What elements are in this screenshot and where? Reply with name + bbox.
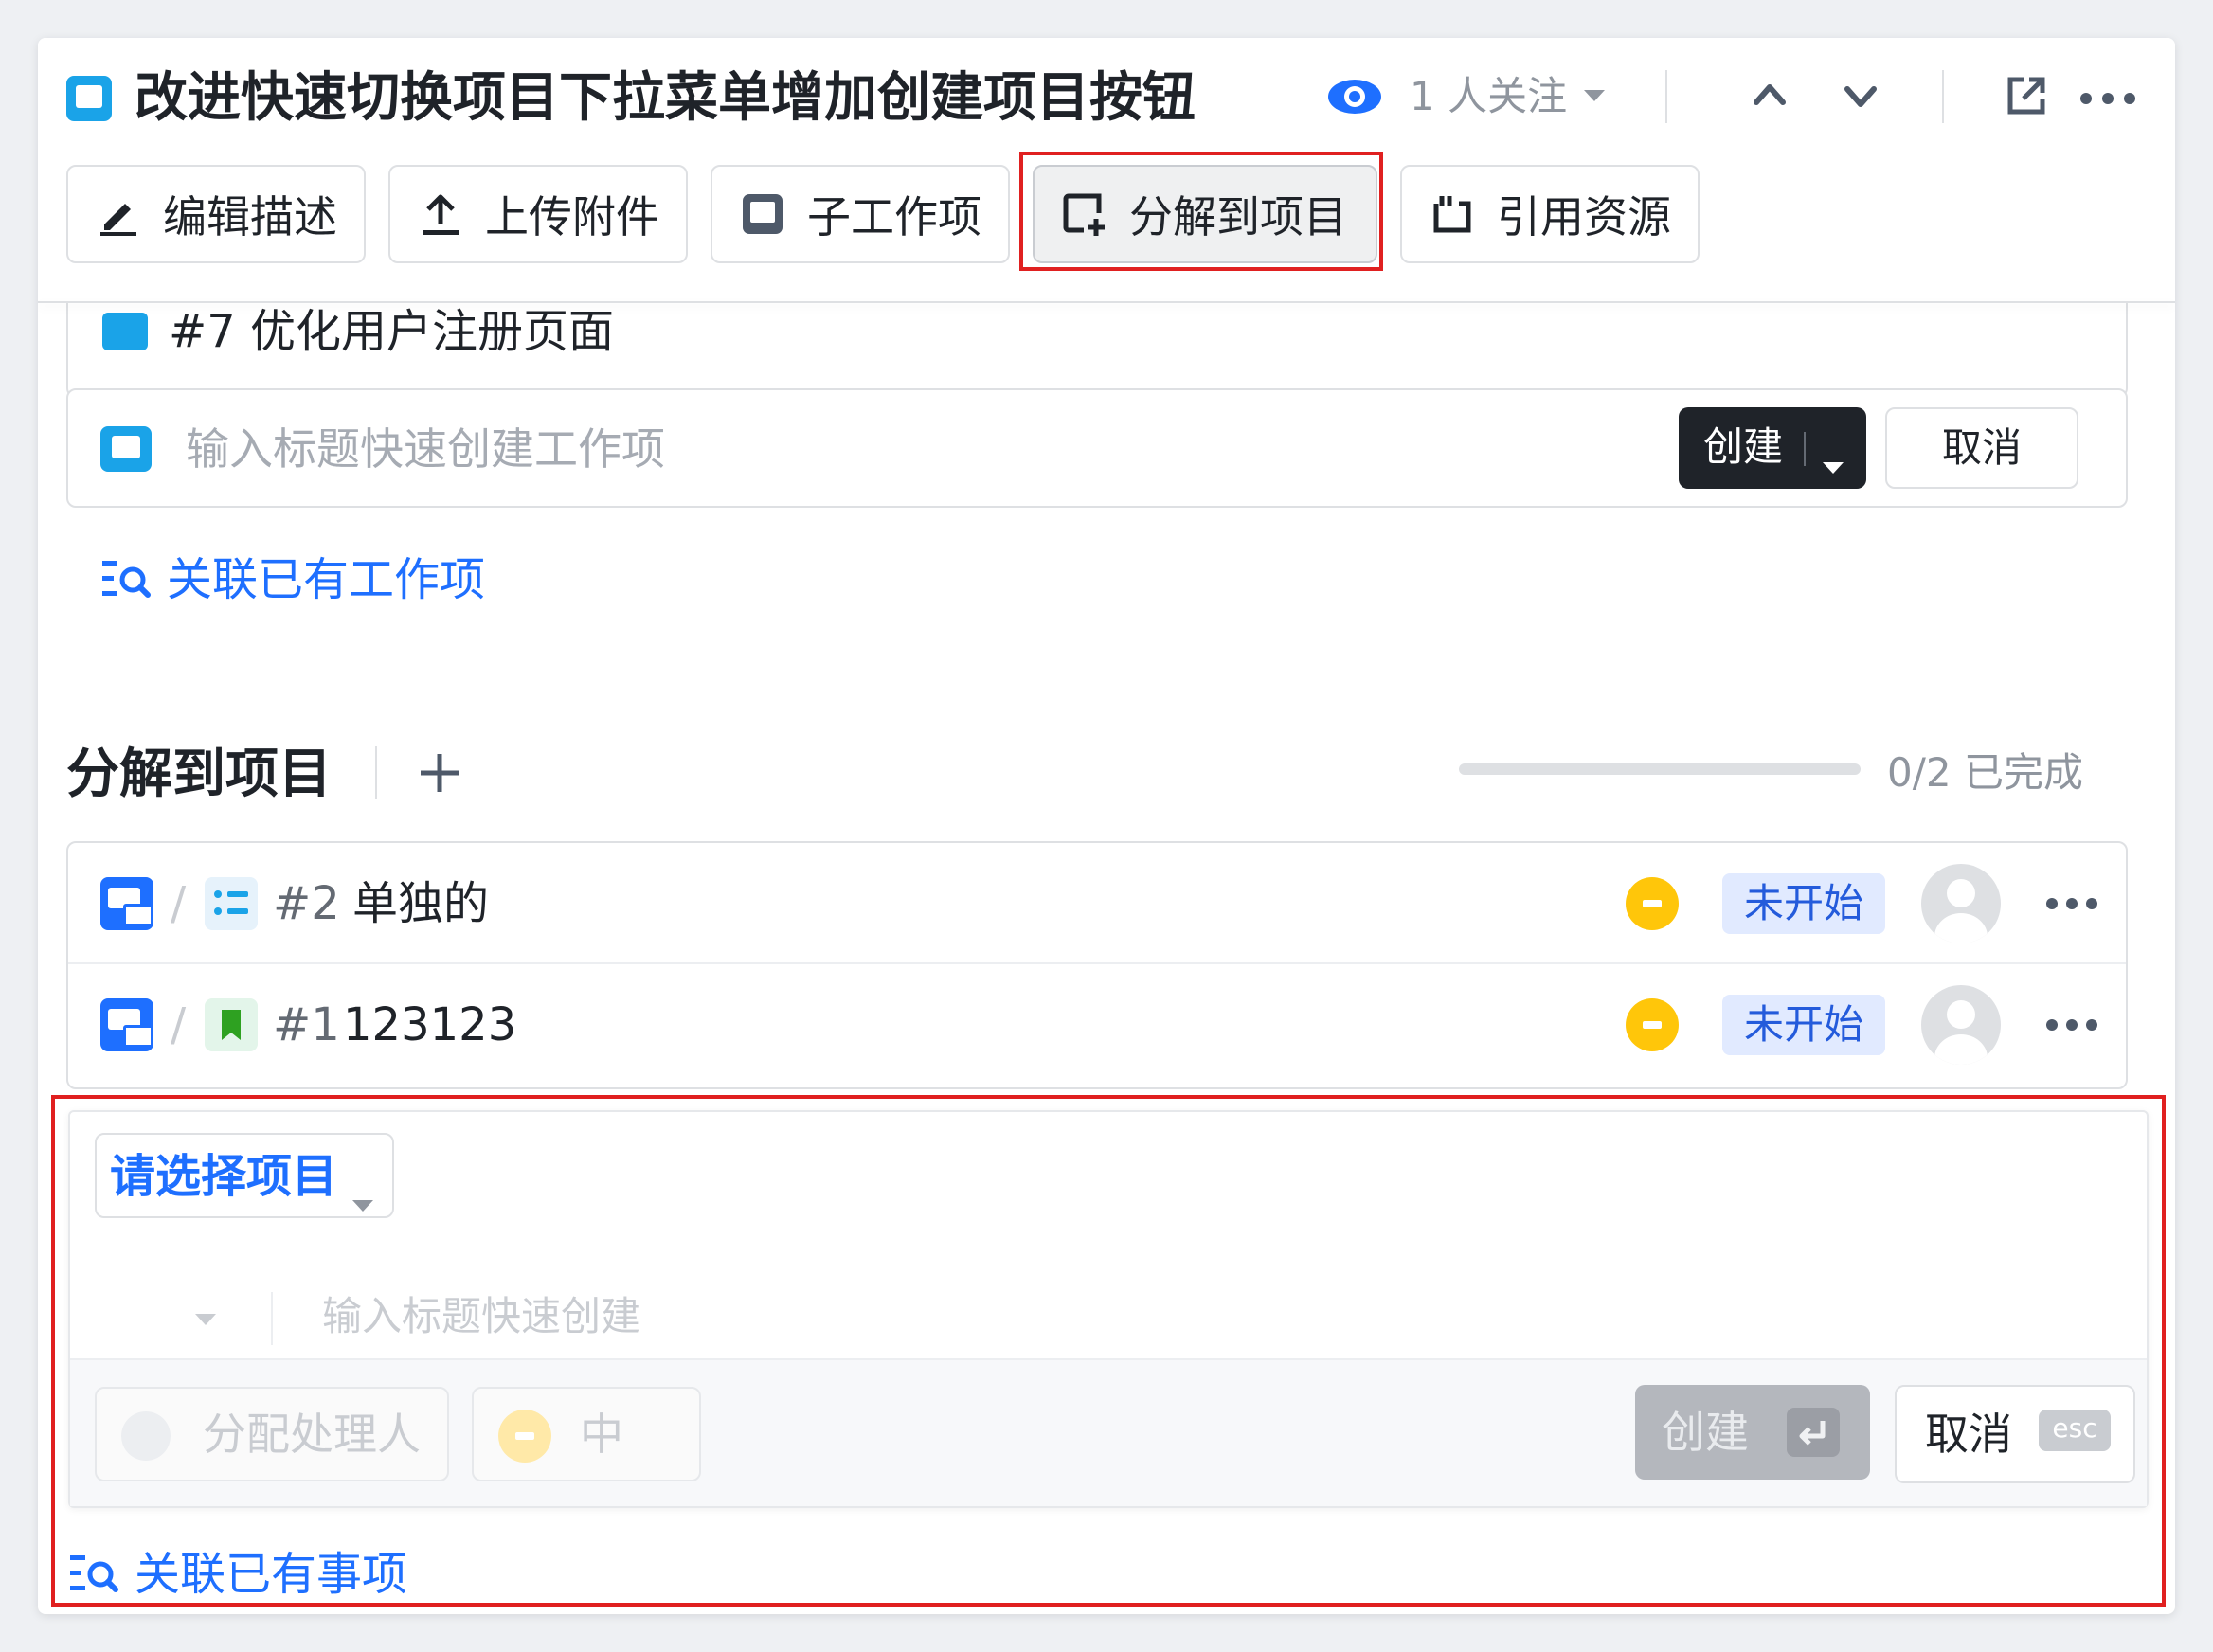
caret-down-icon[interactable] bbox=[1821, 440, 1845, 474]
watchers-count[interactable]: 1 人关注 bbox=[1410, 68, 1567, 125]
quick-create-input[interactable]: 输入标题快速创建工作项 bbox=[186, 421, 1607, 477]
caret-down-icon[interactable] bbox=[1582, 87, 1607, 104]
status-badge[interactable]: 未开始 bbox=[1722, 873, 1885, 934]
priority-medium-icon[interactable] bbox=[1626, 877, 1679, 930]
item-title[interactable]: 单独的 bbox=[352, 873, 489, 934]
item-number: #2 bbox=[273, 877, 340, 930]
assignee-avatar[interactable] bbox=[1921, 864, 2001, 943]
split-items-list: / #2 单独的 未开始 / #1 123123 未开始 bbox=[66, 841, 2128, 1089]
bookmark-icon bbox=[205, 998, 258, 1051]
button-divider bbox=[1804, 432, 1806, 466]
more-icon[interactable] bbox=[2039, 885, 2105, 923]
table-row[interactable]: / #2 单独的 未开始 bbox=[68, 843, 2126, 964]
item-number: #1 bbox=[273, 998, 340, 1051]
upload-icon bbox=[419, 192, 462, 236]
add-project-button[interactable] bbox=[417, 750, 462, 796]
create-split-button[interactable]: 创建 bbox=[1679, 407, 1866, 489]
reference-label: 引用资源 bbox=[1497, 191, 1671, 242]
more-icon[interactable] bbox=[2039, 1006, 2105, 1044]
status-badge[interactable]: 未开始 bbox=[1722, 995, 1885, 1055]
subtask-button[interactable]: 子工作项 bbox=[711, 165, 1010, 263]
external-link-icon[interactable] bbox=[2005, 74, 2048, 117]
assignee-avatar[interactable] bbox=[1921, 985, 2001, 1065]
header-divider-2 bbox=[1942, 70, 1944, 123]
create-button-label: 创建 bbox=[1703, 423, 1784, 470]
edit-description-label: 编辑描述 bbox=[163, 191, 337, 242]
link-existing-work-item[interactable]: 关联已有工作项 bbox=[167, 549, 485, 610]
link-search-icon[interactable] bbox=[100, 555, 153, 602]
workspace-icon bbox=[100, 998, 153, 1051]
chevron-up-icon[interactable] bbox=[1751, 80, 1789, 108]
more-icon[interactable] bbox=[2075, 80, 2141, 117]
subtask-label: 子工作项 bbox=[807, 191, 981, 242]
item-title[interactable]: 123123 bbox=[343, 995, 516, 1055]
quote-icon bbox=[1430, 192, 1474, 236]
upload-label: 上传附件 bbox=[485, 191, 659, 242]
partial-row-text: #7 优化用户注册页面 bbox=[169, 305, 615, 358]
work-item-type-icon bbox=[66, 76, 112, 121]
highlight-split-button bbox=[1019, 152, 1383, 271]
pencil-icon bbox=[97, 192, 140, 236]
path-separator: / bbox=[171, 998, 187, 1051]
cancel-button[interactable]: 取消 bbox=[1885, 407, 2078, 489]
workspace-icon bbox=[100, 877, 153, 930]
list-icon bbox=[205, 877, 258, 930]
subtask-icon bbox=[741, 192, 784, 236]
header-divider bbox=[1665, 70, 1667, 123]
section-divider bbox=[375, 746, 377, 799]
section-title: 分解到项目 bbox=[66, 744, 332, 805]
quick-create-row: 输入标题快速创建工作项 创建 取消 bbox=[66, 388, 2128, 508]
partial-row-icon bbox=[102, 313, 148, 350]
chevron-down-icon[interactable] bbox=[1842, 83, 1880, 112]
highlight-create-panel bbox=[51, 1095, 2166, 1607]
priority-medium-icon[interactable] bbox=[1626, 998, 1679, 1051]
reference-resource-button[interactable]: 引用资源 bbox=[1400, 165, 1700, 263]
work-item-detail-card: #7 优化用户注册页面 改进快速切换项目下拉菜单增加创建项目按钮 1 人关注 编 bbox=[38, 38, 2175, 1614]
progress-text: 0/2 已完成 bbox=[1887, 749, 2083, 796]
progress-bar bbox=[1459, 763, 1861, 775]
work-item-type-icon[interactable] bbox=[100, 426, 152, 472]
page-title: 改进快速切换项目下拉菜单增加创建项目按钮 bbox=[135, 67, 1196, 129]
upload-attachment-button[interactable]: 上传附件 bbox=[388, 165, 688, 263]
path-separator: / bbox=[171, 877, 187, 930]
eye-icon[interactable] bbox=[1326, 76, 1383, 117]
edit-description-button[interactable]: 编辑描述 bbox=[66, 165, 366, 263]
header-bottom-border bbox=[38, 301, 2175, 303]
table-row[interactable]: / #1 123123 未开始 bbox=[68, 966, 2126, 1087]
